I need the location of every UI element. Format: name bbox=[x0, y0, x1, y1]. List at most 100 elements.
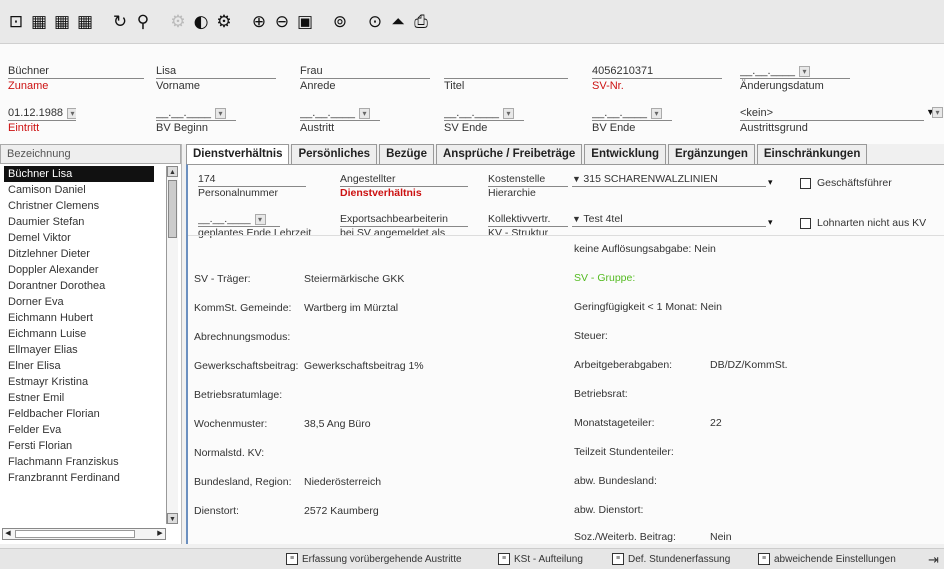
calendar-icon[interactable]: ▾ bbox=[215, 107, 227, 119]
scroll-up-icon[interactable]: ▲ bbox=[167, 166, 178, 177]
list-item[interactable]: Elner Elisa bbox=[0, 358, 164, 374]
calendar-icon[interactable]: ▾ bbox=[359, 107, 371, 119]
tab-einschraenkungen[interactable]: Einschränkungen bbox=[756, 144, 868, 164]
play-icon[interactable]: ⊙ bbox=[365, 12, 385, 32]
employment-field[interactable]: Angestellter Dienstverhältnis bbox=[340, 173, 468, 200]
list-item[interactable]: Flachmann Franziskus bbox=[0, 454, 164, 470]
surname-field[interactable]: Büchner Zuname bbox=[8, 64, 144, 93]
collective-selected[interactable]: ▼ Test 4tel bbox=[572, 213, 766, 227]
history-icon[interactable]: ⊚ bbox=[330, 12, 350, 32]
cost-center-selected[interactable]: ▼ 315 SCHARENWALZLINIEN bbox=[572, 173, 766, 187]
deviating-settings-button[interactable]: ≡ abweichende Einstellungen bbox=[758, 552, 896, 568]
calendar-icon[interactable]: ▦ bbox=[52, 12, 72, 32]
title-field[interactable]: Titel bbox=[444, 64, 568, 93]
list-item[interactable]: Estmayr Kristina bbox=[0, 374, 164, 390]
scroll-left-icon[interactable]: ◀ bbox=[3, 529, 13, 539]
list-header[interactable]: Bezeichnung bbox=[0, 144, 181, 164]
temporary-exits-button[interactable]: ≡ Erfassung vorübergehende Austritte bbox=[286, 552, 462, 568]
hours-definition-button[interactable]: ≡ Def. Stundenerfassung bbox=[612, 552, 730, 568]
chart-icon[interactable]: ⊡ bbox=[6, 12, 26, 32]
personnel-number-value[interactable]: 174 bbox=[198, 173, 306, 187]
list-item[interactable]: Feldbacher Florian bbox=[0, 406, 164, 422]
list-item[interactable]: Eichmann Luise bbox=[0, 326, 164, 342]
refresh-icon[interactable]: ↻ bbox=[110, 12, 130, 32]
dropdown-icon[interactable]: ▼ bbox=[572, 174, 583, 184]
sv-end-value[interactable]: __.__.____ ▾ bbox=[444, 106, 524, 121]
scroll-right-icon[interactable]: ▶ bbox=[155, 529, 165, 539]
bv-end-field[interactable]: __.__.____ ▾ BV Ende bbox=[592, 106, 672, 135]
list-item[interactable]: Ellmayer Elias bbox=[0, 342, 164, 358]
calendar-icon[interactable]: ▾ bbox=[651, 107, 663, 119]
tab-entwicklung[interactable]: Entwicklung bbox=[584, 144, 667, 164]
search-icon[interactable]: ⚲ bbox=[133, 12, 153, 32]
exit-field[interactable]: __.__.____ ▾ Austritt bbox=[300, 106, 380, 135]
list-item[interactable]: Camison Daniel bbox=[0, 182, 164, 198]
gear-icon[interactable]: ⚙ bbox=[214, 12, 234, 32]
salutation-field[interactable]: Frau Anrede bbox=[300, 64, 430, 93]
checkbox-icon[interactable] bbox=[800, 217, 811, 229]
firstname-value[interactable]: Lisa bbox=[156, 64, 276, 79]
save-icon[interactable]: ▣ bbox=[295, 12, 315, 32]
list-item[interactable]: Dorner Eva bbox=[0, 294, 164, 310]
bv-begin-field[interactable]: __.__.____ ▾ BV Beginn bbox=[156, 106, 236, 135]
scroll-down-icon[interactable]: ▼ bbox=[167, 513, 178, 524]
list-item[interactable]: Doppler Alexander bbox=[0, 262, 164, 278]
sv-end-field[interactable]: __.__.____ ▾ SV Ende bbox=[444, 106, 524, 135]
managing-director-checkbox[interactable]: Geschäftsführer bbox=[800, 177, 892, 189]
collective-select[interactable]: ▼ Test 4tel bbox=[572, 213, 766, 227]
exit-value[interactable]: __.__.____ ▾ bbox=[300, 106, 380, 121]
print-icon[interactable]: ⎙ bbox=[411, 12, 431, 32]
change-date-value[interactable]: __.__.____ ▾ bbox=[740, 64, 850, 79]
list-item[interactable]: Estner Emil bbox=[0, 390, 164, 406]
firstname-field[interactable]: Lisa Vorname bbox=[156, 64, 276, 93]
checkbox-icon[interactable] bbox=[800, 177, 811, 189]
salutation-value[interactable]: Frau bbox=[300, 64, 430, 79]
list-item[interactable]: Demel Viktor bbox=[0, 230, 164, 246]
list-horizontal-scrollbar[interactable]: ◀ ▶ bbox=[2, 528, 166, 540]
list-item[interactable]: Christner Clemens bbox=[0, 198, 164, 214]
sv-nr-field[interactable]: 4056210371 SV-Nr. bbox=[592, 64, 722, 93]
add-icon[interactable]: ⊕ bbox=[249, 12, 269, 32]
scroll-thumb[interactable] bbox=[168, 180, 177, 238]
list-item[interactable]: Fersti Florian bbox=[0, 438, 164, 454]
list-item[interactable]: Eichmann Hubert bbox=[0, 310, 164, 326]
tab-ergaenzungen[interactable]: Ergänzungen bbox=[668, 144, 755, 164]
tab-ansprueche[interactable]: Ansprüche / Freibeträge bbox=[435, 144, 583, 164]
entry-value[interactable]: 01.12.1988 ▾ bbox=[8, 106, 76, 121]
exit-icon[interactable]: ⇥ bbox=[928, 552, 939, 568]
tab-persoenliches[interactable]: Persönliches bbox=[291, 144, 378, 164]
dropdown-icon[interactable]: ▾ bbox=[768, 177, 773, 188]
circle-icon[interactable]: ◐ bbox=[191, 12, 211, 32]
collective-value[interactable]: Kollektivvertr. bbox=[488, 213, 568, 227]
list-item[interactable]: Felder Eva bbox=[0, 422, 164, 438]
sv-registered-value[interactable]: Exportsachbearbeiterin bbox=[340, 213, 468, 227]
employment-value[interactable]: Angestellter bbox=[340, 173, 468, 187]
cost-center-select[interactable]: ▼ 315 SCHARENWALZLINIEN bbox=[572, 173, 766, 187]
dropdown-icon[interactable]: ▼ bbox=[572, 214, 583, 224]
tab-dienstverhaeltnis[interactable]: Dienstverhältnis bbox=[186, 144, 290, 164]
upload-icon[interactable]: ⏶ bbox=[388, 12, 408, 32]
tab-bezuege[interactable]: Bezüge bbox=[379, 144, 434, 164]
personnel-number-field[interactable]: 174 Personalnummer bbox=[198, 173, 306, 200]
calendar-icon[interactable]: ▾ bbox=[932, 107, 943, 118]
exit-reason-value[interactable]: <kein> bbox=[740, 106, 924, 121]
remove-icon[interactable]: ⊖ bbox=[272, 12, 292, 32]
calendar-icon[interactable]: ▾ bbox=[799, 65, 811, 77]
title-value[interactable] bbox=[444, 64, 568, 79]
entry-field[interactable]: 01.12.1988 ▾ Eintritt bbox=[8, 106, 76, 135]
bv-begin-value[interactable]: __.__.____ ▾ bbox=[156, 106, 236, 121]
sv-nr-value[interactable]: 4056210371 bbox=[592, 64, 722, 79]
calendar-icon[interactable]: ▾ bbox=[67, 107, 76, 119]
change-date-field[interactable]: __.__.____ ▾ Änderungsdatum bbox=[740, 64, 850, 93]
list-item[interactable]: Dorantner Dorothea bbox=[0, 278, 164, 294]
calendar-icon[interactable]: ▦ bbox=[75, 12, 95, 32]
cost-center-field[interactable]: Kostenstelle Hierarchie bbox=[488, 173, 568, 200]
cost-center-value[interactable]: Kostenstelle bbox=[488, 173, 568, 187]
list-item[interactable]: Daumier Stefan bbox=[0, 214, 164, 230]
calendar-icon[interactable]: ▾ bbox=[254, 213, 266, 225]
list-vertical-scrollbar[interactable]: ▲ ▼ bbox=[166, 166, 178, 524]
apprentice-end-value[interactable]: __.__.____ ▾ bbox=[198, 213, 280, 227]
dropdown-icon[interactable]: ▾ bbox=[768, 217, 773, 228]
kst-allocation-button[interactable]: ≡ KSt - Aufteilung bbox=[498, 552, 583, 568]
calendar-icon[interactable]: ▦ bbox=[29, 12, 49, 32]
